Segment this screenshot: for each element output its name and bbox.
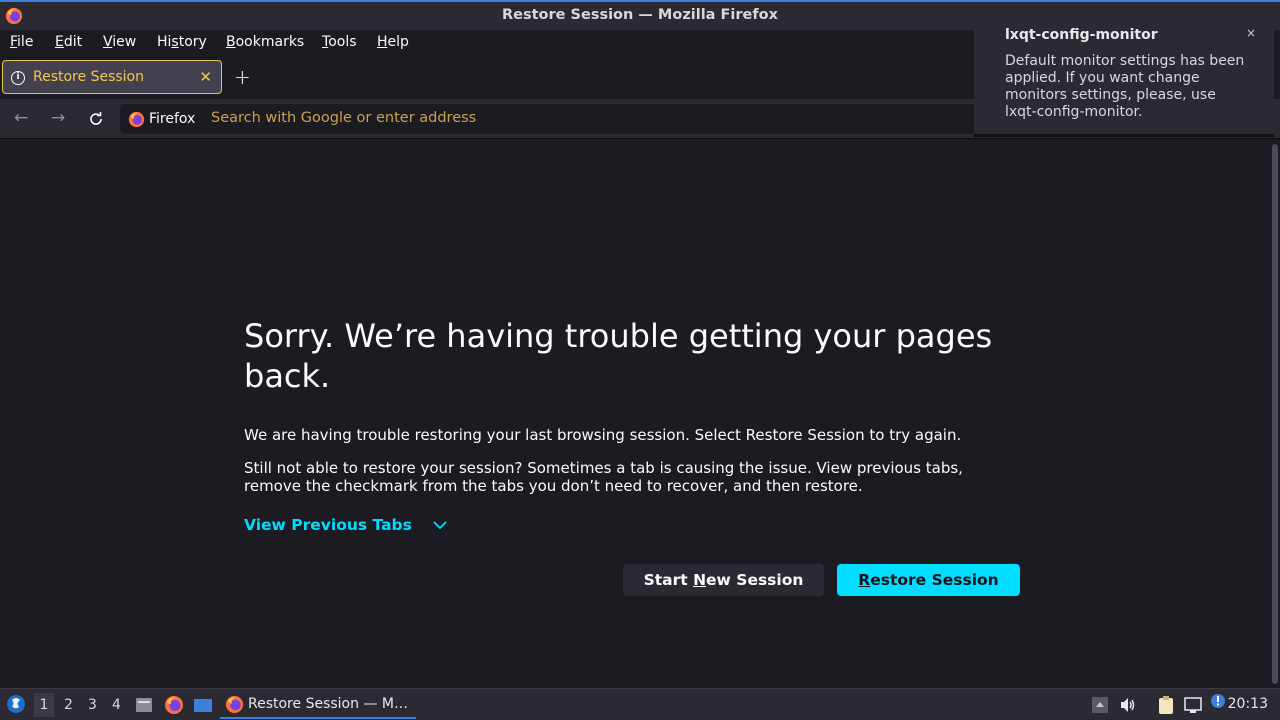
taskbar: 1 2 3 4 Restore Session — M… 20:13	[0, 688, 1280, 720]
back-arrow-icon[interactable]: ←	[14, 108, 28, 128]
chevron-down-icon[interactable]	[432, 519, 448, 531]
network-icon[interactable]	[1183, 695, 1203, 715]
menu-view[interactable]: View	[103, 34, 136, 50]
menu-edit[interactable]: Edit	[55, 34, 82, 50]
identity-box[interactable]: Firefox	[120, 104, 203, 134]
menu-tools[interactable]: Tools	[322, 34, 357, 50]
workspace-4[interactable]: 4	[112, 697, 121, 713]
workspace-3[interactable]: 3	[88, 697, 97, 713]
notification-popup[interactable]: lxqt-config-monitor × Default monitor se…	[974, 7, 1274, 137]
tab-restore-session[interactable]: i Restore Session ✕	[2, 60, 222, 94]
restore-session-button[interactable]: Restore Session	[837, 564, 1020, 596]
new-tab-plus-icon[interactable]: +	[234, 65, 251, 89]
page-content: Sorry. We’re having trouble getting your…	[0, 140, 1280, 688]
start-new-session-button[interactable]: Start New Session	[623, 564, 824, 596]
tray-arrow-up-icon[interactable]	[1091, 695, 1109, 715]
notification-icon[interactable]	[1210, 693, 1226, 709]
firefox-logo-icon	[128, 111, 145, 127]
desktop-icon[interactable]	[193, 695, 213, 715]
info-icon: i	[11, 71, 25, 85]
taskbar-window-label: Restore Session — M…	[248, 696, 408, 712]
file-manager-icon[interactable]	[134, 695, 154, 715]
url-bar[interactable]: Firefox	[120, 104, 980, 134]
forward-arrow-icon[interactable]: →	[51, 108, 65, 128]
notification-close-icon[interactable]: ×	[1246, 26, 1256, 40]
description-paragraph-2: Still not able to restore your session? …	[244, 459, 963, 495]
start-menu-icon[interactable]	[6, 694, 26, 714]
view-previous-tabs-link[interactable]: View Previous Tabs	[244, 516, 412, 534]
identity-label: Firefox	[149, 111, 196, 127]
taskbar-window-firefox[interactable]: Restore Session — M…	[220, 691, 416, 719]
menu-file[interactable]: File	[10, 34, 33, 50]
tab-close-icon[interactable]: ✕	[199, 68, 212, 86]
menu-history[interactable]: History	[157, 34, 207, 50]
clock[interactable]: 20:13	[1228, 696, 1268, 712]
url-input[interactable]	[211, 110, 851, 126]
notification-title: lxqt-config-monitor	[1005, 27, 1158, 43]
tab-label: Restore Session	[33, 69, 144, 85]
page-heading: Sorry. We’re having trouble getting your…	[244, 317, 993, 395]
menu-help[interactable]: Help	[377, 34, 409, 50]
workspace-2[interactable]: 2	[64, 697, 73, 713]
volume-icon[interactable]	[1119, 695, 1137, 715]
workspace-1[interactable]: 1	[34, 693, 54, 717]
description-paragraph-1: We are having trouble restoring your las…	[244, 426, 962, 444]
menu-bookmarks[interactable]: Bookmarks	[226, 34, 304, 50]
scrollbar[interactable]	[1272, 144, 1278, 684]
reload-icon[interactable]	[88, 111, 104, 127]
notification-body: Default monitor settings has been applie…	[1005, 53, 1245, 120]
clipboard-icon[interactable]	[1156, 695, 1176, 715]
firefox-launcher-icon[interactable]	[164, 695, 184, 715]
firefox-logo-icon	[225, 695, 244, 714]
